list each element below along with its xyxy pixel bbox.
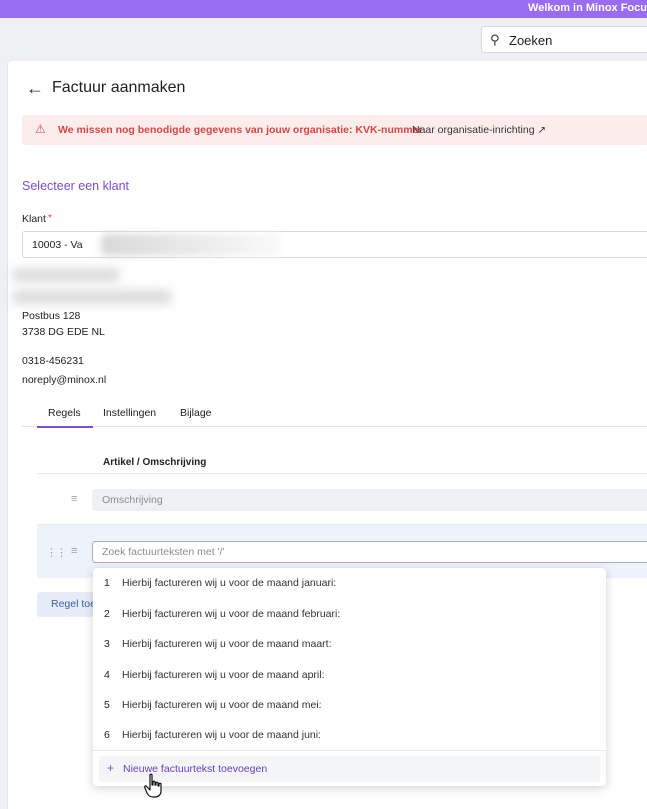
dropdown-item-number: 5 (104, 699, 110, 711)
warning-icon: ⚠ (35, 122, 46, 136)
required-mark: * (47, 213, 52, 224)
text-lines-icon: ≡ (71, 493, 78, 505)
invoice-text-search-placeholder: Zoek factuurteksten met '/' (102, 546, 225, 558)
invoice-text-dropdown: 1 Hierbij factureren wij u voor de maand… (93, 568, 606, 786)
hand-cursor-icon (144, 773, 162, 798)
client-field-label: Klant * (22, 213, 52, 225)
dropdown-item-text: Hierbij factureren wij u voor de maand f… (122, 608, 341, 620)
dropdown-item-text: Hierbij factureren wij u voor de maand j… (122, 729, 322, 741)
dropdown-item-text: Hierbij factureren wij u voor de maand m… (122, 699, 322, 711)
select-client-link[interactable]: Selecteer een klant (22, 179, 129, 193)
missing-data-alert: ⚠ We missen nog benodigde gegevens van j… (22, 115, 647, 145)
alert-message: We missen nog benodigde gegevens van jou… (58, 124, 423, 136)
dropdown-divider (93, 750, 606, 751)
dropdown-item-number: 4 (104, 669, 110, 681)
client-value: 10003 - Va (32, 239, 83, 251)
drag-handle-icon[interactable]: ⋮⋮ (46, 546, 67, 559)
address-line-2: 3738 DG EDE NL (22, 326, 105, 338)
dropdown-item[interactable]: 2 Hierbij factureren wij u voor de maand… (93, 599, 606, 629)
tab-bar: Regels Instellingen Bijlage (22, 404, 647, 428)
search-label: Zoeken (509, 33, 553, 48)
text-lines-icon: ≡ (71, 545, 78, 557)
redacted-contact-name (12, 268, 120, 282)
page-title: Factuur aanmaken (52, 79, 186, 96)
dropdown-item[interactable]: 1 Hierbij factureren wij u voor de maand… (93, 568, 606, 598)
dropdown-item[interactable]: 3 Hierbij factureren wij u voor de maand… (93, 629, 606, 659)
search-icon: ⚲ (490, 32, 500, 47)
new-invoice-text-button[interactable]: + Nieuwe factuurtekst toevoegen (99, 756, 600, 782)
external-link-icon: ↗ (537, 125, 546, 136)
row-divider (37, 473, 647, 474)
redacted-street (12, 290, 172, 304)
dropdown-item[interactable]: 5 Hierbij factureren wij u voor de maand… (93, 690, 606, 720)
dropdown-item-text: Hierbij factureren wij u voor de maand a… (122, 669, 325, 681)
dropdown-item-number: 1 (104, 577, 110, 589)
description-input[interactable]: Omschrijving (92, 489, 647, 511)
client-phone: 0318-456231 (22, 355, 84, 367)
welcome-text: Welkom in Minox Focu (528, 2, 647, 14)
client-label-text: Klant (22, 213, 46, 225)
dropdown-item-text: Hierbij factureren wij u voor de maand m… (122, 638, 332, 650)
dropdown-item-number: 2 (104, 608, 110, 620)
client-email: noreply@minox.nl (22, 374, 107, 386)
organisation-settings-link-text[interactable]: Naar organisatie-inrichting (412, 124, 535, 136)
description-placeholder: Omschrijving (102, 494, 163, 506)
column-header-article: Artikel / Omschrijving (103, 457, 207, 468)
dropdown-item-text: Hierbij factureren wij u voor de maand j… (122, 577, 337, 589)
invoice-text-search-input[interactable]: Zoek factuurteksten met '/' (92, 541, 647, 563)
client-select[interactable]: 10003 - Va (22, 231, 647, 258)
top-banner: Welkom in Minox Focu (0, 0, 647, 18)
organisation-settings-link[interactable]: Naar organisatie-inrichting ↗ (412, 124, 546, 136)
dropdown-item[interactable]: 4 Hierbij factureren wij u voor de maand… (93, 660, 606, 690)
dropdown-item[interactable]: 6 Hierbij factureren wij u voor de maand… (93, 720, 606, 750)
dropdown-item-number: 6 (104, 729, 110, 741)
back-arrow-icon[interactable]: ← (26, 78, 44, 99)
plus-icon: + (107, 761, 115, 775)
tab-regels[interactable]: Regels (37, 407, 93, 428)
tab-bijlage[interactable]: Bijlage (180, 407, 212, 419)
address-line-1: Postbus 128 (22, 310, 81, 322)
tab-instellingen[interactable]: Instellingen (103, 407, 156, 419)
search-input[interactable]: ⚲ Zoeken (481, 26, 647, 53)
redacted-client-name (101, 234, 281, 256)
dropdown-item-number: 3 (104, 638, 110, 650)
